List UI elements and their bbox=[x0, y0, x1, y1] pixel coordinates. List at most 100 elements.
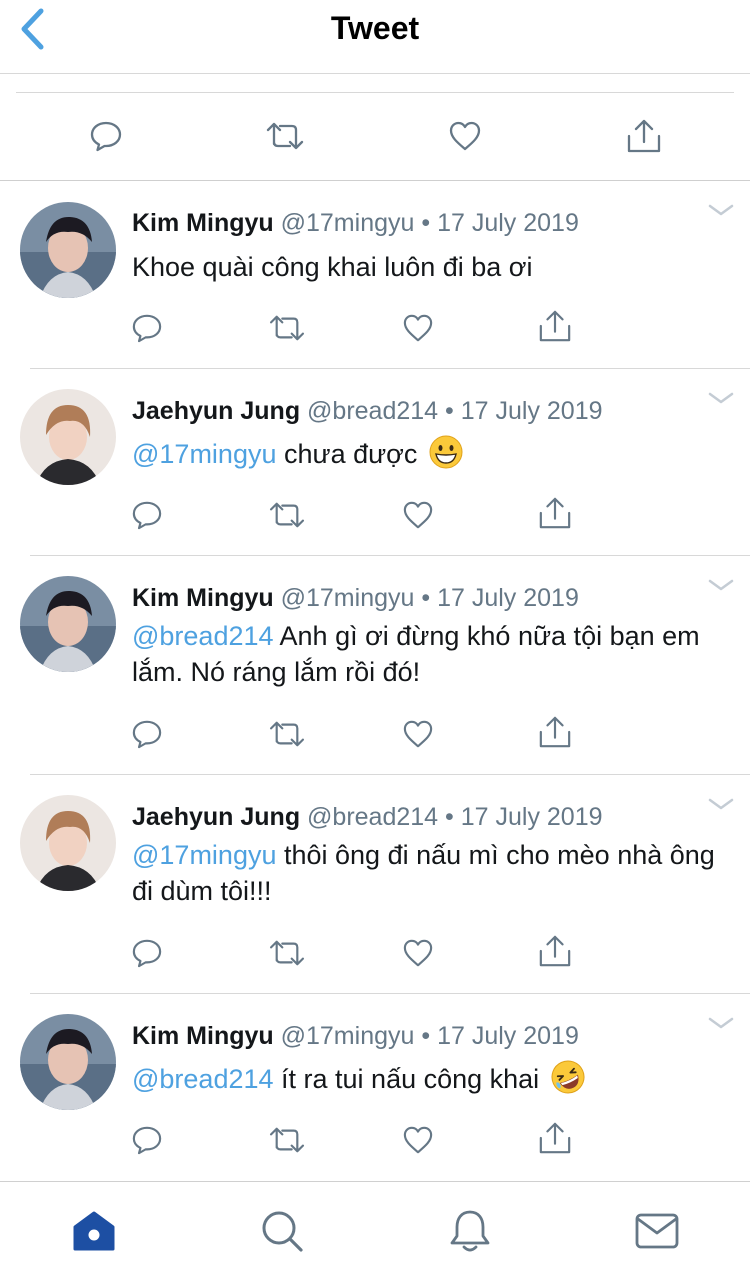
tweet-body: ít ra tui nấu công khai bbox=[273, 1064, 540, 1094]
share-button[interactable] bbox=[535, 714, 575, 750]
share-button[interactable] bbox=[624, 118, 664, 154]
retweet-button[interactable] bbox=[267, 310, 307, 346]
share-icon bbox=[539, 310, 571, 342]
tweet-meta: Kim Mingyu @17mingyu • 17 July 2019 bbox=[132, 1022, 579, 1051]
tweet-body: chưa được bbox=[276, 439, 418, 469]
tweet-date: 17 July 2019 bbox=[437, 1022, 579, 1050]
meta-separator: • bbox=[421, 209, 431, 237]
page-title: Tweet bbox=[330, 10, 420, 46]
tweet-text: @bread214 ít ra tui nấu công khai bbox=[132, 1060, 722, 1097]
rolling-laughing-emoji bbox=[551, 1060, 585, 1094]
reply-button[interactable] bbox=[127, 716, 167, 752]
tweet-text: @17mingyu chưa được bbox=[132, 435, 722, 472]
chevron-down-icon[interactable] bbox=[708, 578, 734, 592]
reply-icon bbox=[132, 314, 162, 343]
share-button[interactable] bbox=[535, 933, 575, 969]
reply-icon bbox=[132, 939, 162, 968]
retweet-button[interactable] bbox=[267, 497, 307, 533]
user-handle[interactable]: @17mingyu bbox=[281, 584, 415, 612]
search-icon bbox=[262, 1211, 303, 1252]
home-icon bbox=[73, 1211, 115, 1251]
retweet-icon bbox=[269, 315, 305, 341]
chevron-down-icon[interactable] bbox=[708, 203, 734, 217]
avatar[interactable] bbox=[20, 576, 116, 672]
tab-messages[interactable] bbox=[632, 1208, 682, 1254]
meta-separator: • bbox=[445, 397, 454, 425]
reply-tweet[interactable]: Kim Mingyu @17mingyu • 17 July 2019 Khoe… bbox=[0, 181, 750, 369]
display-name[interactable]: Jaehyun Jung bbox=[132, 397, 300, 425]
tab-search[interactable] bbox=[257, 1208, 307, 1254]
reply-button[interactable] bbox=[127, 935, 167, 971]
tweet-body: Khoe quài công khai luôn đi ba ơi bbox=[132, 252, 533, 282]
mention-link[interactable]: @bread214 bbox=[132, 1064, 274, 1094]
share-icon bbox=[539, 497, 571, 529]
avatar[interactable] bbox=[20, 1014, 116, 1110]
tab-home[interactable] bbox=[69, 1208, 119, 1254]
like-button[interactable] bbox=[398, 935, 438, 971]
like-icon bbox=[403, 1126, 433, 1154]
tweet-text: @17mingyu thôi ông đi nấu mì cho mèo nhà… bbox=[132, 837, 722, 909]
share-icon bbox=[539, 716, 571, 748]
retweet-button[interactable] bbox=[267, 1122, 307, 1158]
user-handle[interactable]: @bread214 bbox=[307, 397, 438, 425]
share-button[interactable] bbox=[535, 495, 575, 531]
retweet-button[interactable] bbox=[265, 118, 305, 154]
like-icon bbox=[403, 501, 433, 529]
like-icon bbox=[403, 314, 433, 342]
like-button[interactable] bbox=[398, 310, 438, 346]
tweet-date: 17 July 2019 bbox=[460, 803, 603, 831]
avatar[interactable] bbox=[20, 202, 116, 298]
like-button[interactable] bbox=[398, 497, 438, 533]
avatar[interactable] bbox=[20, 795, 116, 891]
reply-button[interactable] bbox=[127, 497, 167, 533]
share-button[interactable] bbox=[535, 1120, 575, 1156]
reply-icon bbox=[90, 121, 122, 152]
top-nav-bar: Tweet bbox=[0, 0, 750, 74]
share-icon bbox=[539, 1122, 571, 1154]
like-button[interactable] bbox=[398, 716, 438, 752]
avatar-photo bbox=[20, 389, 116, 485]
display-name[interactable]: Kim Mingyu bbox=[132, 209, 274, 237]
mention-link[interactable]: @17mingyu bbox=[132, 840, 276, 870]
messages-icon bbox=[635, 1213, 679, 1249]
retweet-icon bbox=[269, 940, 305, 966]
reply-tweet[interactable]: Jaehyun Jung @bread214 • 17 July 2019 @1… bbox=[0, 369, 750, 556]
chevron-down-icon[interactable] bbox=[708, 797, 734, 811]
chevron-down-icon[interactable] bbox=[708, 391, 734, 405]
retweet-icon bbox=[269, 502, 305, 528]
reply-button[interactable] bbox=[86, 118, 126, 154]
reply-tweet[interactable]: Kim Mingyu @17mingyu • 17 July 2019 @bre… bbox=[0, 556, 750, 775]
user-handle[interactable]: @17mingyu bbox=[281, 1022, 415, 1050]
display-name[interactable]: Kim Mingyu bbox=[132, 584, 274, 612]
avatar-photo bbox=[20, 576, 116, 672]
meta-separator: • bbox=[445, 803, 454, 831]
retweet-button[interactable] bbox=[267, 716, 307, 752]
mention-link[interactable]: @bread214 bbox=[132, 621, 274, 651]
like-button[interactable] bbox=[445, 118, 485, 154]
share-button[interactable] bbox=[535, 308, 575, 344]
tweet-date: 17 July 2019 bbox=[437, 209, 579, 237]
display-name[interactable]: Kim Mingyu bbox=[132, 1022, 274, 1050]
avatar-photo bbox=[20, 1014, 116, 1110]
bottom-tab-bar bbox=[0, 1181, 750, 1279]
tweet-meta: Jaehyun Jung @bread214 • 17 July 2019 bbox=[132, 397, 603, 426]
retweet-button[interactable] bbox=[267, 935, 307, 971]
user-handle[interactable]: @bread214 bbox=[307, 803, 438, 831]
retweet-icon bbox=[269, 721, 305, 747]
meta-separator: • bbox=[421, 1022, 431, 1050]
display-name[interactable]: Jaehyun Jung bbox=[132, 803, 300, 831]
reply-button[interactable] bbox=[127, 1122, 167, 1158]
tweet-meta: Kim Mingyu @17mingyu • 17 July 2019 bbox=[132, 584, 579, 613]
like-button[interactable] bbox=[398, 1122, 438, 1158]
mention-link[interactable]: @17mingyu bbox=[132, 439, 276, 469]
reply-tweet[interactable]: Kim Mingyu @17mingyu • 17 July 2019 @bre… bbox=[0, 994, 750, 1181]
reply-tweet[interactable]: Jaehyun Jung @bread214 • 17 July 2019 @1… bbox=[0, 775, 750, 994]
tweet-date: 17 July 2019 bbox=[437, 584, 579, 612]
chevron-down-icon[interactable] bbox=[708, 1016, 734, 1030]
tweet-text: @bread214 Anh gì ơi đừng khó nữa tội bạn… bbox=[132, 618, 722, 690]
avatar[interactable] bbox=[20, 389, 116, 485]
reply-button[interactable] bbox=[127, 310, 167, 346]
grinning-face-emoji bbox=[429, 435, 463, 469]
tab-notifications[interactable] bbox=[445, 1208, 495, 1254]
user-handle[interactable]: @17mingyu bbox=[281, 209, 415, 237]
